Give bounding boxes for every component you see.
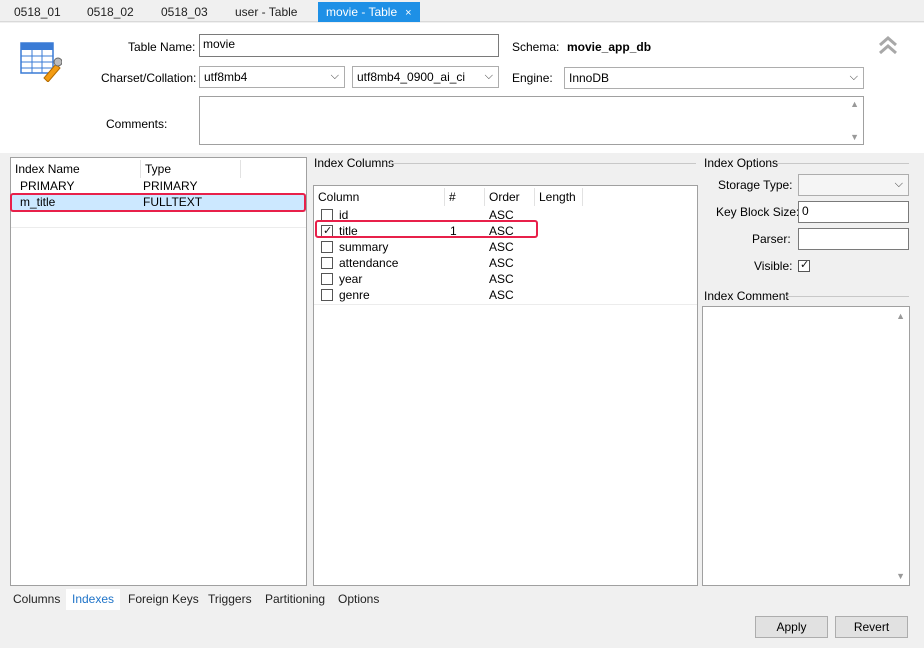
tab-0518-01[interactable]: 0518_01	[6, 2, 69, 22]
tab-0518-02[interactable]: 0518_02	[79, 2, 142, 22]
tab-columns[interactable]: Columns	[7, 589, 66, 610]
apply-button[interactable]: Apply	[755, 616, 828, 638]
editor-tab-bar: 0518_01 0518_02 0518_03 user - Table mov…	[0, 0, 924, 22]
collapse-up-icon[interactable]	[877, 34, 899, 56]
tab-movie-table[interactable]: movie - Table ×	[318, 2, 420, 22]
group-divider	[777, 163, 909, 164]
table-icon	[20, 42, 62, 82]
index-columns-header: Column # Order Length	[314, 188, 697, 206]
engine-select[interactable]: InnoDB ⌵	[564, 67, 864, 89]
scroll-down-icon[interactable]: ▼	[850, 132, 859, 142]
parser-label: Parser:	[752, 232, 791, 246]
highlight-box	[10, 193, 306, 212]
row-divider	[11, 227, 306, 228]
column-checkbox[interactable]	[321, 257, 333, 269]
table-name-label: Table Name:	[128, 40, 196, 54]
chevron-down-icon: ⌵	[484, 70, 493, 82]
tab-user-table[interactable]: user - Table	[227, 2, 305, 22]
index-comment-title: Index Comment	[704, 289, 789, 303]
column-checkbox[interactable]	[321, 241, 333, 253]
indexes-header: Index Name Type	[11, 160, 306, 178]
storage-type-label: Storage Type:	[718, 178, 793, 192]
group-divider	[390, 163, 696, 164]
engine-label: Engine:	[512, 71, 553, 85]
chevron-down-icon: ⌵	[849, 71, 858, 83]
scroll-up-icon[interactable]: ▲	[850, 99, 859, 109]
tab-partitioning[interactable]: Partitioning	[259, 589, 331, 610]
column-checkbox[interactable]	[321, 273, 333, 285]
column-header-number[interactable]: #	[445, 188, 485, 206]
table-header-panel: Table Name: movie Schema: movie_app_db C…	[0, 23, 924, 153]
charset-label: Charset/Collation:	[101, 71, 197, 85]
charset-select[interactable]: utf8mb4 ⌵	[199, 66, 345, 88]
column-header-order[interactable]: Order	[485, 188, 535, 206]
tab-0518-03[interactable]: 0518_03	[153, 2, 216, 22]
chevron-down-icon: ⌵	[894, 178, 903, 190]
group-divider	[786, 296, 909, 297]
revert-button[interactable]: Revert	[835, 616, 908, 638]
index-options-title: Index Options	[704, 156, 779, 170]
tab-indexes[interactable]: Indexes	[66, 589, 121, 610]
column-header-column[interactable]: Column	[314, 188, 445, 206]
close-tab-icon[interactable]: ×	[405, 7, 411, 19]
key-block-size-input[interactable]: 0	[798, 201, 909, 223]
column-header-length[interactable]: Length	[535, 188, 583, 206]
key-block-size-label: Key Block Size:	[716, 205, 800, 219]
table-name-input[interactable]: movie	[199, 34, 499, 57]
index-column-row[interactable]: summary ASC	[314, 239, 697, 255]
parser-input[interactable]	[798, 228, 909, 250]
comments-textarea[interactable]: ▲ ▼	[199, 96, 864, 145]
tab-foreign-keys[interactable]: Foreign Keys	[122, 589, 205, 610]
index-row[interactable]: PRIMARY PRIMARY	[11, 178, 306, 194]
index-comment-textarea[interactable]: ▲ ▼	[702, 306, 910, 586]
row-divider	[314, 304, 697, 305]
index-column-row[interactable]: genre ASC	[314, 287, 697, 303]
highlight-box	[315, 220, 538, 238]
indexes-list[interactable]: Index Name Type PRIMARY PRIMARY m_title …	[10, 157, 307, 586]
schema-label: Schema:	[512, 40, 560, 54]
schema-value: movie_app_db	[567, 40, 652, 54]
column-header-type[interactable]: Type	[141, 160, 241, 178]
column-header-index-name[interactable]: Index Name	[11, 160, 141, 178]
collation-select[interactable]: utf8mb4_0900_ai_ci ⌵	[352, 66, 499, 88]
index-column-row[interactable]: year ASC	[314, 271, 697, 287]
index-column-row[interactable]: attendance ASC	[314, 255, 697, 271]
editor-subtab-bar: Columns Indexes Foreign Keys Triggers Pa…	[4, 589, 920, 610]
column-checkbox[interactable]	[321, 289, 333, 301]
chevron-down-icon: ⌵	[330, 70, 339, 82]
scroll-up-icon[interactable]: ▲	[896, 311, 905, 321]
index-columns-title: Index Columns	[314, 156, 395, 170]
storage-type-select[interactable]: ⌵	[798, 174, 909, 196]
tab-triggers[interactable]: Triggers	[202, 589, 258, 610]
visible-label: Visible:	[754, 259, 793, 273]
scroll-down-icon[interactable]: ▼	[896, 571, 905, 581]
tab-options[interactable]: Options	[332, 589, 385, 610]
comments-label: Comments:	[106, 117, 168, 131]
index-columns-table[interactable]: Column # Order Length id ASC title 1 ASC…	[313, 185, 698, 586]
visible-checkbox[interactable]	[798, 258, 810, 272]
